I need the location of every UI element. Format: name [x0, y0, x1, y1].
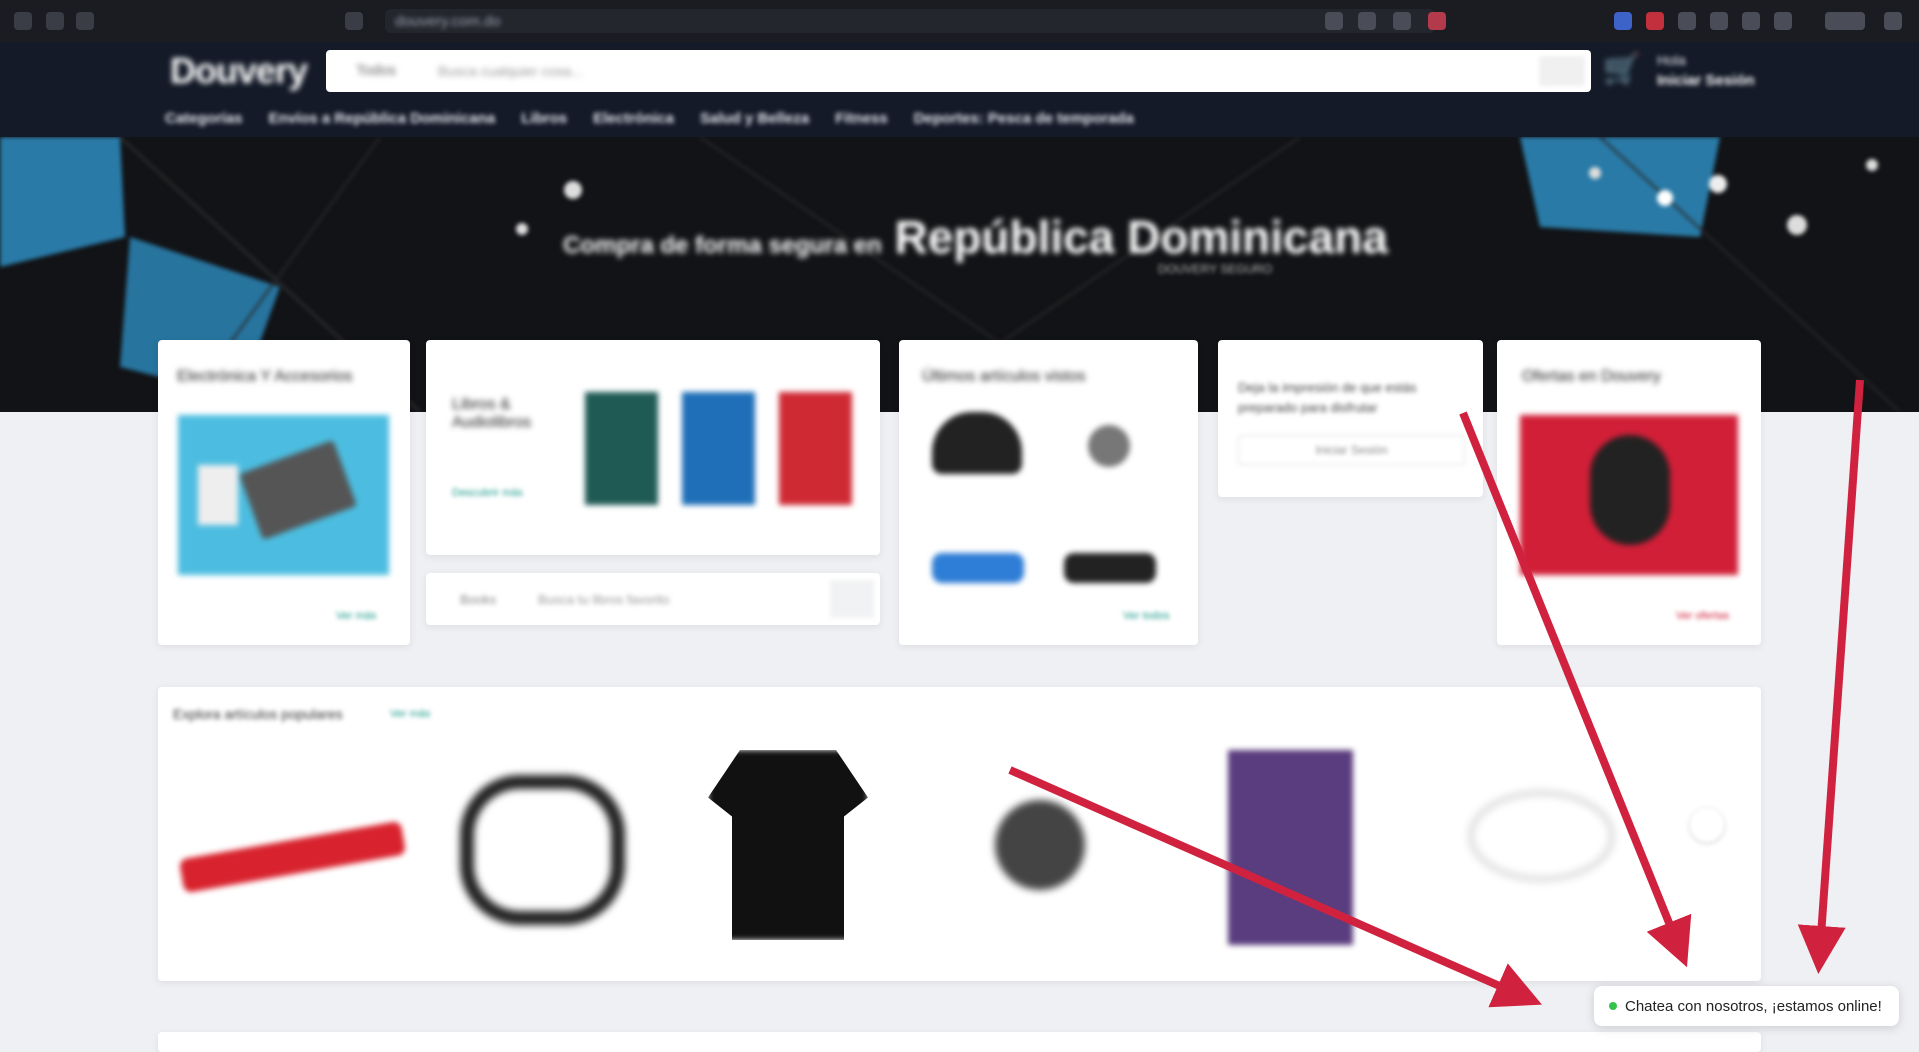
login-prompt-button[interactable]: Iniciar Sesión — [1238, 435, 1465, 465]
sidebar-toggle-icon[interactable] — [345, 12, 363, 30]
tshirt-image[interactable] — [708, 750, 868, 940]
bookmark-icon[interactable] — [1358, 12, 1376, 30]
share-icon[interactable] — [1325, 12, 1343, 30]
popular-see-more-link[interactable]: Ver más — [390, 708, 430, 720]
site-logo[interactable]: Douvery — [170, 50, 308, 92]
tabs-icon[interactable] — [1742, 12, 1760, 30]
deal-product-image[interactable] — [1520, 415, 1738, 575]
nav-fitness[interactable]: Fitness — [835, 110, 888, 127]
nav-sports[interactable]: Deportes: Pesca de temporada — [914, 110, 1134, 127]
extension-icon[interactable] — [1614, 12, 1632, 30]
book-cover[interactable] — [1228, 750, 1353, 945]
chat-widget[interactable]: Chatea con nosotros, ¡estamos online! — [1594, 986, 1899, 1026]
login-prompt-card — [1218, 340, 1483, 497]
arrow-line — [1797, 379, 1864, 974]
electronics-card-title: Electrónica Y Accesorios — [177, 368, 353, 385]
search-placeholder: Busca cualquier cosa... — [438, 63, 583, 79]
nav-electronics[interactable]: Electrónica — [593, 110, 674, 127]
back-icon[interactable] — [14, 12, 32, 30]
book-search-category[interactable]: Books — [460, 592, 496, 607]
nav-categories[interactable]: Categorías — [165, 110, 243, 127]
nav-health-beauty[interactable]: Salud y Belleza — [700, 110, 809, 127]
book-search-button[interactable] — [830, 580, 874, 618]
extension-icon[interactable] — [1428, 12, 1446, 30]
nav-books[interactable]: Libros — [521, 110, 567, 127]
extension-icon[interactable] — [1646, 12, 1664, 30]
recent-see-all-link[interactable]: Ver todos — [1123, 610, 1169, 622]
deals-see-link[interactable]: Ver ofertas — [1676, 610, 1729, 622]
carousel-next-button[interactable] — [1690, 808, 1724, 842]
settings-icon[interactable] — [1884, 12, 1902, 30]
hero-subtitle: DOUVERY SEGURO — [1158, 262, 1273, 276]
extension-icon[interactable] — [1678, 12, 1696, 30]
address-url: douvery.com.do — [395, 13, 501, 30]
deals-card-title: Ofertas en Douvery — [1522, 368, 1661, 385]
book-cover[interactable] — [779, 392, 852, 505]
download-icon[interactable] — [1710, 12, 1728, 30]
cap-image[interactable] — [932, 412, 1022, 474]
airtag-image[interactable] — [995, 800, 1085, 890]
next-section — [158, 1032, 1761, 1052]
book-cover[interactable] — [682, 392, 755, 505]
books-discover-link[interactable]: Descubrir más — [452, 487, 523, 499]
sunglasses-image[interactable] — [1064, 553, 1156, 583]
online-status-dot — [1609, 1002, 1617, 1010]
search-button[interactable] — [1539, 56, 1585, 86]
hero-title: Compra de forma segura en República Domi… — [563, 211, 1388, 263]
sunglasses-image[interactable] — [932, 553, 1024, 583]
profile-icon[interactable] — [1774, 12, 1792, 30]
forward-icon[interactable] — [46, 12, 64, 30]
reload-icon[interactable] — [76, 12, 94, 30]
book-cover[interactable] — [585, 392, 658, 505]
chat-label: Chatea con nosotros, ¡estamos online! — [1625, 997, 1882, 1015]
cart-icon[interactable]: 🛒 — [1603, 52, 1640, 88]
search-category-select[interactable]: Todos — [356, 62, 396, 79]
lifting-straps-image[interactable] — [460, 775, 625, 925]
nav-shipping[interactable]: Envíos a República Dominicana — [269, 110, 496, 127]
address-bar[interactable] — [385, 9, 1435, 33]
login-link[interactable]: Iniciar Sesión — [1657, 72, 1755, 89]
laptop-image[interactable] — [178, 415, 389, 575]
book-search-input[interactable]: Busca tu libros favorito — [538, 592, 670, 607]
electronics-see-more-link[interactable]: Ver más — [336, 610, 376, 622]
menu-icon[interactable] — [1825, 12, 1865, 30]
popular-items-title: Explora artículos populares — [173, 706, 343, 722]
cable-image[interactable] — [1468, 790, 1615, 882]
category-nav: Categorías Envíos a República Dominicana… — [165, 110, 1134, 127]
login-prompt-text: Deja la impresión de que estás preparado… — [1238, 380, 1417, 415]
books-card-title: Libros & Audiolibros — [452, 396, 532, 431]
recent-items-title: Últimos artículos vistos — [922, 368, 1086, 385]
airtag-image[interactable] — [1088, 425, 1130, 467]
extension-icon[interactable] — [1393, 12, 1411, 30]
greeting-text: Hola — [1657, 52, 1686, 68]
